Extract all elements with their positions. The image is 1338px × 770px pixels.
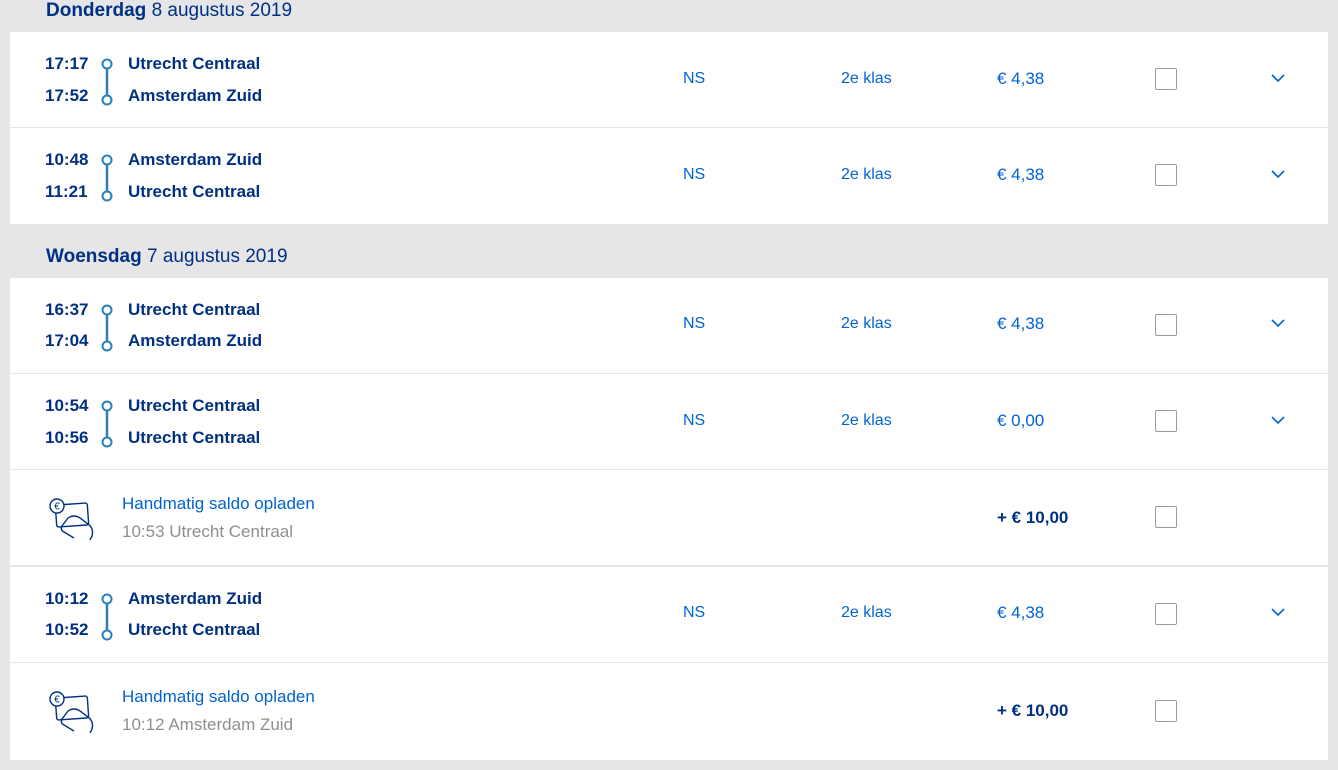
- trip-price: € 0,00: [997, 411, 1045, 430]
- to-station: Utrecht Centraal: [128, 428, 261, 447]
- topup-amount: + € 10,00: [997, 701, 1069, 720]
- card-topup-icon: €: [49, 691, 94, 733]
- topup-amount: + € 10,00: [997, 508, 1069, 527]
- trip-price: € 4,38: [997, 165, 1045, 184]
- select-checkbox[interactable]: [1155, 68, 1177, 90]
- day-transactions-card: 17:17 17:52 Utrecht Centraal Amsterdam Z…: [10, 32, 1328, 224]
- topup-title: Handmatig saldo opladen: [122, 687, 315, 706]
- carrier: NS: [683, 412, 706, 429]
- chevron-down-icon[interactable]: [1269, 317, 1287, 329]
- day-date: 7 augustus 2019: [147, 246, 288, 267]
- travel-class: 2e klas: [841, 412, 892, 429]
- chevron-down-icon[interactable]: [1269, 606, 1287, 618]
- day-header: Donderdag 8 augustus 2019: [46, 0, 292, 22]
- svg-text:€: €: [54, 502, 60, 513]
- arrival-time: 10:52: [45, 620, 89, 639]
- route-line-icon: [101, 593, 113, 641]
- from-station: Utrecht Centraal: [128, 300, 261, 319]
- travel-class: 2e klas: [841, 604, 892, 621]
- select-checkbox[interactable]: [1155, 603, 1177, 625]
- day-date: 8 augustus 2019: [151, 0, 293, 21]
- trip-price: € 4,38: [997, 69, 1045, 88]
- to-station: Utrecht Centraal: [128, 620, 261, 639]
- select-checkbox[interactable]: [1155, 506, 1177, 528]
- trip-row[interactable]: 10:12 10:52 Amsterdam Zuid Utrecht Centr…: [10, 567, 1328, 663]
- trip-price: € 4,38: [997, 314, 1045, 333]
- to-station: Utrecht Centraal: [128, 182, 261, 201]
- from-station: Utrecht Centraal: [128, 54, 261, 73]
- day-weekday: Donderdag: [46, 0, 147, 21]
- trip-row[interactable]: 10:48 11:21 Amsterdam Zuid Utrecht Centr…: [10, 128, 1328, 224]
- departure-time: 16:37: [45, 300, 89, 319]
- trip-row[interactable]: 10:54 10:56 Utrecht Centraal Utrecht Cen…: [10, 374, 1328, 470]
- select-checkbox[interactable]: [1155, 314, 1177, 336]
- carrier: NS: [683, 70, 706, 87]
- chevron-down-icon[interactable]: [1269, 168, 1287, 180]
- trip-price: € 4,38: [997, 603, 1045, 622]
- chevron-down-icon[interactable]: [1269, 414, 1287, 426]
- day-weekday: Woensdag: [46, 246, 142, 267]
- route-line-icon: [101, 154, 113, 202]
- to-station: Amsterdam Zuid: [128, 331, 263, 350]
- from-station: Amsterdam Zuid: [128, 589, 263, 608]
- departure-time: 17:17: [45, 54, 89, 73]
- topup-detail: 10:53 Utrecht Centraal: [122, 522, 294, 541]
- route-line-icon: [101, 304, 113, 352]
- select-checkbox[interactable]: [1155, 164, 1177, 186]
- select-checkbox[interactable]: [1155, 410, 1177, 432]
- carrier: NS: [683, 166, 706, 183]
- arrival-time: 17:04: [45, 331, 89, 350]
- card-topup-icon: €: [49, 498, 94, 540]
- departure-time: 10:48: [45, 150, 89, 169]
- arrival-time: 17:52: [45, 86, 89, 105]
- arrival-time: 10:56: [45, 428, 89, 447]
- departure-time: 10:12: [45, 589, 89, 608]
- carrier: NS: [683, 315, 706, 332]
- arrival-time: 11:21: [45, 182, 88, 201]
- day-header: Woensdag 7 augustus 2019: [46, 246, 288, 268]
- from-station: Utrecht Centraal: [128, 396, 261, 415]
- topup-row[interactable]: € Handmatig saldo opladen 10:53 Utrecht …: [10, 470, 1328, 567]
- travel-class: 2e klas: [841, 166, 892, 183]
- travel-class: 2e klas: [841, 70, 892, 87]
- chevron-down-icon[interactable]: [1269, 72, 1287, 84]
- route-line-icon: [101, 400, 113, 448]
- day-transactions-card: 16:37 17:04 Utrecht Centraal Amsterdam Z…: [10, 278, 1328, 760]
- travel-class: 2e klas: [841, 315, 892, 332]
- trip-row[interactable]: 16:37 17:04 Utrecht Centraal Amsterdam Z…: [10, 278, 1328, 374]
- carrier: NS: [683, 604, 706, 621]
- from-station: Amsterdam Zuid: [128, 150, 263, 169]
- topup-title: Handmatig saldo opladen: [122, 494, 315, 513]
- svg-text:€: €: [54, 695, 60, 706]
- select-checkbox[interactable]: [1155, 700, 1177, 722]
- route-line-icon: [101, 58, 113, 106]
- topup-detail: 10:12 Amsterdam Zuid: [122, 715, 294, 734]
- departure-time: 10:54: [45, 396, 89, 415]
- topup-row[interactable]: € Handmatig saldo opladen 10:12 Amsterda…: [10, 663, 1328, 759]
- to-station: Amsterdam Zuid: [128, 86, 263, 105]
- trip-row[interactable]: 17:17 17:52 Utrecht Centraal Amsterdam Z…: [10, 32, 1328, 128]
